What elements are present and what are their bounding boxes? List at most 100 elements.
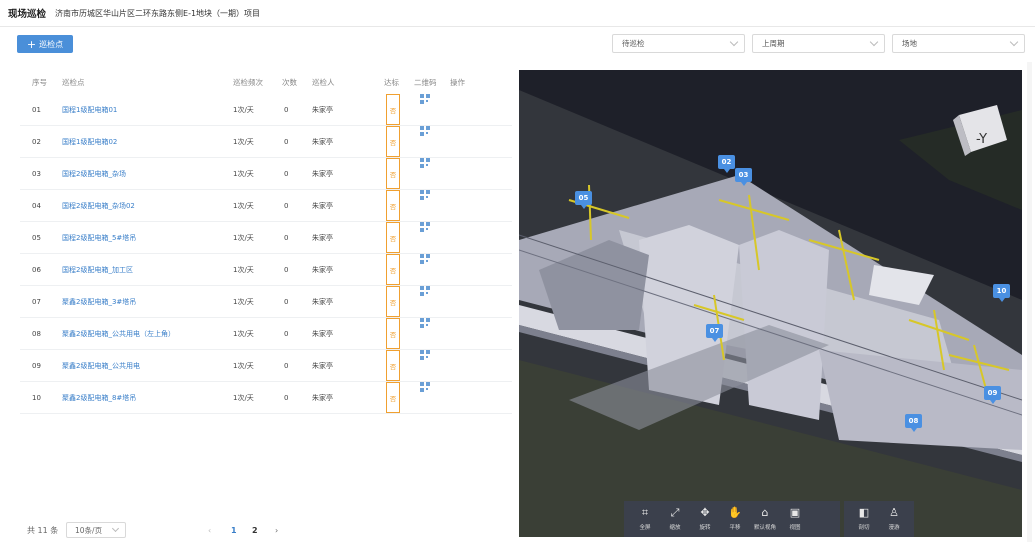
col-header-actions: 操作	[450, 77, 465, 87]
marker-07[interactable]: 07	[706, 324, 723, 342]
viewer-tool-home[interactable]: ⌂ 默认视角	[750, 501, 780, 537]
page-2-button[interactable]: 2	[252, 522, 258, 538]
table-row[interactable]: 01 国程1级配电箱01 1次/天 0 朱家亭 否	[20, 94, 512, 126]
qrcode-icon[interactable]	[420, 126, 430, 157]
cell-point-link[interactable]: 聚鑫2级配电箱_3#塔吊	[62, 286, 136, 317]
site-model-canvas[interactable]	[519, 70, 1022, 537]
col-header-no: 序号	[32, 77, 47, 87]
viewer-tool-pan-hand[interactable]: ✋ 平移	[720, 501, 750, 537]
add-button-label: 巡检点	[39, 39, 64, 49]
cell-point-link[interactable]: 国程1级配电箱01	[62, 94, 117, 125]
period-filter-value: 上周期	[762, 39, 785, 48]
viewer-tool-label: 默认视角	[753, 525, 776, 531]
viewer-tool-section[interactable]: ◧ 剖切	[849, 501, 879, 537]
col-header-frequency: 巡检频次	[233, 77, 263, 87]
roam-icon: ♙	[889, 506, 899, 519]
marker-10[interactable]: 10	[993, 284, 1010, 302]
bim-3d-viewer[interactable]: -Y 02 03 05 07 08 09 10 ⌗ 全屏 ⤢ 缩放 ✥ 旋转 ✋ 平移 ⌂ 默认视…	[519, 70, 1022, 537]
qrcode-icon[interactable]	[420, 94, 430, 125]
marker-08[interactable]: 08	[905, 414, 922, 432]
cell-point-link[interactable]: 国程1级配电箱02	[62, 126, 117, 157]
site-filter-select[interactable]: 场地	[892, 34, 1025, 53]
viewer-tool-label: 缩放	[669, 525, 681, 531]
page-1-button[interactable]: 1	[231, 522, 237, 538]
cell-frequency: 1次/天	[233, 329, 254, 338]
cell-frequency: 1次/天	[233, 265, 254, 274]
table-header: 序号 巡检点 巡检频次 次数 巡检人 达标 二维码 操作	[20, 70, 512, 94]
cell-point-link[interactable]: 国程2级配电箱_5#塔吊	[62, 222, 136, 253]
fullscreen-icon: ⌗	[641, 506, 649, 519]
qrcode-icon[interactable]	[420, 350, 430, 381]
chevron-down-icon	[869, 37, 879, 47]
cell-point-link[interactable]: 聚鑫2级配电箱_公共用电（左上角）	[62, 318, 175, 349]
cell-point-link[interactable]: 国程2级配电箱_杂场02	[62, 190, 135, 221]
viewer-tool-fullscreen[interactable]: ⌗ 全屏	[630, 501, 660, 537]
viewer-tool-rotate[interactable]: ✥ 旋转	[690, 501, 720, 537]
rotate-icon: ✥	[700, 506, 710, 519]
cell-inspector: 朱家亭	[312, 297, 333, 306]
cell-no: 07	[32, 297, 41, 306]
pass-status-badge: 否	[386, 254, 400, 285]
cell-no: 03	[32, 169, 41, 178]
table-row[interactable]: 07 聚鑫2级配电箱_3#塔吊 1次/天 0 朱家亭 否	[20, 286, 512, 318]
marker-03[interactable]: 03	[735, 168, 752, 186]
qrcode-icon[interactable]	[420, 318, 430, 349]
pass-status-badge: 否	[386, 190, 400, 221]
cell-frequency: 1次/天	[233, 297, 254, 306]
page: 现场巡检 济南市历城区华山片区二环东路东侧E-1地块（一期）项目 + 巡检点 待…	[0, 0, 1035, 550]
next-page-button[interactable]: ›	[275, 522, 278, 538]
cell-count: 0	[284, 297, 289, 306]
table-row[interactable]: 08 聚鑫2级配电箱_公共用电（左上角） 1次/天 0 朱家亭 否	[20, 318, 512, 350]
qrcode-icon[interactable]	[420, 286, 430, 317]
table-row[interactable]: 02 国程1级配电箱02 1次/天 0 朱家亭 否	[20, 126, 512, 158]
cell-no: 04	[32, 201, 41, 210]
viewer-tool-view[interactable]: ▣ 视图	[780, 501, 810, 537]
marker-02[interactable]: 02	[718, 155, 735, 173]
pass-status-badge: 否	[386, 318, 400, 349]
cell-point-link[interactable]: 聚鑫2级配电箱_公共用电	[62, 350, 140, 381]
status-filter-select[interactable]: 待巡检	[612, 34, 745, 53]
qrcode-icon[interactable]	[420, 158, 430, 189]
section-icon: ◧	[858, 506, 870, 519]
qrcode-icon[interactable]	[420, 382, 430, 413]
chevron-down-icon	[729, 37, 739, 47]
table-row[interactable]: 06 国程2级配电箱_加工区 1次/天 0 朱家亭 否	[20, 254, 512, 286]
cell-inspector: 朱家亭	[312, 329, 333, 338]
period-filter-select[interactable]: 上周期	[752, 34, 885, 53]
qrcode-icon[interactable]	[420, 254, 430, 285]
toolbar: + 巡检点 待巡检 上周期 场地	[0, 27, 1035, 63]
total-count: 共 11 条	[27, 525, 59, 535]
cell-no: 10	[32, 393, 41, 402]
add-inspection-point-button[interactable]: + 巡检点	[17, 35, 73, 53]
cell-count: 0	[284, 105, 289, 114]
viewer-tool-roam[interactable]: ♙ 漫游	[879, 501, 909, 537]
table-row[interactable]: 09 聚鑫2级配电箱_公共用电 1次/天 0 朱家亭 否	[20, 350, 512, 382]
pass-status-badge: 否	[386, 158, 400, 189]
table-row[interactable]: 04 国程2级配电箱_杂场02 1次/天 0 朱家亭 否	[20, 190, 512, 222]
marker-09[interactable]: 09	[984, 386, 1001, 404]
page-scrollbar[interactable]	[1027, 62, 1032, 542]
view-cube-label[interactable]: -Y	[976, 132, 987, 147]
table-row[interactable]: 10 聚鑫2级配电箱_8#塔吊 1次/天 0 朱家亭 否	[20, 382, 512, 414]
cell-inspector: 朱家亭	[312, 361, 333, 370]
viewer-tool-zoom[interactable]: ⤢ 缩放	[660, 501, 690, 537]
table-row[interactable]: 05 国程2级配电箱_5#塔吊 1次/天 0 朱家亭 否	[20, 222, 512, 254]
cell-no: 06	[32, 265, 41, 274]
col-header-point: 巡检点	[62, 77, 85, 87]
table-row[interactable]: 03 国程2级配电箱_杂场 1次/天 0 朱家亭 否	[20, 158, 512, 190]
col-header-inspector: 巡检人	[312, 77, 335, 87]
cell-point-link[interactable]: 国程2级配电箱_杂场	[62, 158, 126, 189]
qrcode-icon[interactable]	[420, 222, 430, 253]
marker-05[interactable]: 05	[575, 191, 592, 209]
qrcode-icon[interactable]	[420, 190, 430, 221]
project-name: 济南市历城区华山片区二环东路东侧E-1地块（一期）项目	[55, 8, 261, 18]
cell-frequency: 1次/天	[233, 201, 254, 210]
prev-page-button[interactable]: ‹	[208, 522, 211, 538]
viewer-tool-label: 全屏	[639, 525, 651, 531]
pass-status-badge: 否	[386, 350, 400, 381]
cell-inspector: 朱家亭	[312, 265, 333, 274]
cell-point-link[interactable]: 国程2级配电箱_加工区	[62, 254, 133, 285]
cell-point-link[interactable]: 聚鑫2级配电箱_8#塔吊	[62, 382, 136, 413]
col-header-pass: 达标	[384, 77, 399, 87]
page-size-select[interactable]: 10条/页	[66, 522, 126, 538]
